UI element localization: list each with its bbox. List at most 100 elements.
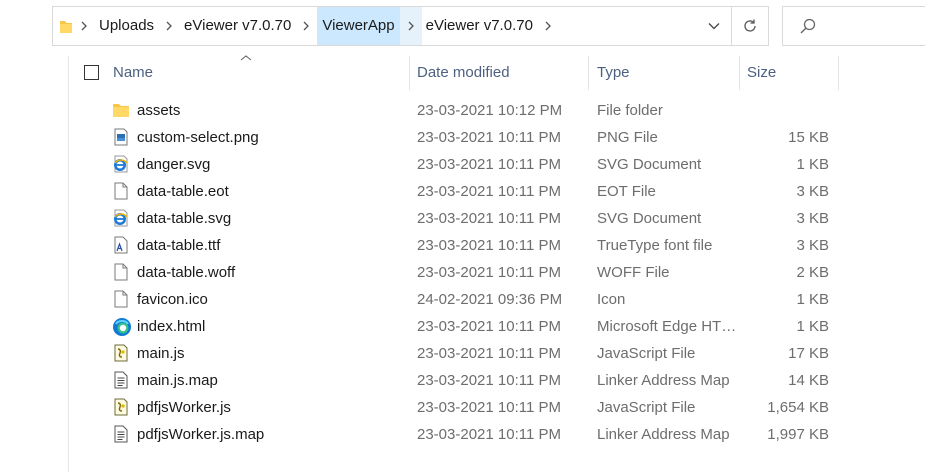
file-name: data-table.eot bbox=[137, 183, 229, 200]
file-size: 1 KB bbox=[796, 318, 829, 335]
png-file-icon bbox=[112, 128, 130, 146]
file-name: pdfjsWorker.js bbox=[137, 399, 231, 416]
file-list: assets 23-03-2021 10:12 PM File folder c… bbox=[0, 97, 925, 448]
file-row[interactable]: data-table.woff 23-03-2021 10:11 PM WOFF… bbox=[0, 259, 925, 286]
chevron-right-icon[interactable] bbox=[399, 7, 422, 45]
file-date-modified: 23-03-2021 10:11 PM bbox=[417, 237, 561, 254]
file-row[interactable]: main.js 23-03-2021 10:11 PM JavaScript F… bbox=[0, 340, 925, 367]
address-bar[interactable]: Uploads eViewer v7.0.70 ViewerApp eViewe… bbox=[52, 6, 769, 46]
file-size: 3 KB bbox=[796, 237, 829, 254]
file-date-modified: 23-03-2021 10:11 PM bbox=[417, 426, 561, 443]
file-row[interactable]: danger.svg 23-03-2021 10:11 PM SVG Docum… bbox=[0, 151, 925, 178]
file-size: 1 KB bbox=[796, 156, 829, 173]
file-type: SVG Document bbox=[597, 210, 702, 227]
file-row[interactable]: pdfjsWorker.js.map 23-03-2021 10:11 PM L… bbox=[0, 421, 925, 448]
file-date-modified: 23-03-2021 10:11 PM bbox=[417, 345, 561, 362]
file-row[interactable]: pdfjsWorker.js 23-03-2021 10:11 PM JavaS… bbox=[0, 394, 925, 421]
file-row[interactable]: data-table.eot 23-03-2021 10:11 PM EOT F… bbox=[0, 178, 925, 205]
file-type: PNG File bbox=[597, 129, 658, 146]
file-row[interactable]: assets 23-03-2021 10:12 PM File folder bbox=[0, 97, 925, 124]
column-divider[interactable] bbox=[409, 56, 410, 90]
column-divider[interactable] bbox=[739, 56, 740, 90]
file-size: 3 KB bbox=[796, 210, 829, 227]
file-size: 1,654 KB bbox=[767, 399, 829, 416]
file-type: Linker Address Map bbox=[597, 372, 730, 389]
breadcrumb-item-eviewer[interactable]: eViewer v7.0.70 bbox=[180, 7, 295, 45]
file-type: Icon bbox=[597, 291, 626, 308]
file-size: 2 KB bbox=[796, 264, 829, 281]
file-date-modified: 23-03-2021 10:11 PM bbox=[417, 399, 561, 416]
column-divider[interactable] bbox=[588, 56, 589, 90]
edge-icon bbox=[112, 317, 131, 336]
file-size: 1 KB bbox=[796, 291, 829, 308]
file-type: Linker Address Map bbox=[597, 426, 730, 443]
column-divider[interactable] bbox=[838, 56, 839, 90]
file-name: main.js.map bbox=[137, 372, 218, 389]
search-box[interactable] bbox=[782, 6, 925, 46]
file-date-modified: 23-03-2021 10:11 PM bbox=[417, 264, 561, 281]
file-type: Microsoft Edge HT… bbox=[597, 318, 737, 335]
search-icon bbox=[800, 18, 816, 34]
file-size: 17 KB bbox=[788, 345, 829, 362]
file-date-modified: 23-03-2021 10:11 PM bbox=[417, 210, 561, 227]
file-name: custom-select.png bbox=[137, 129, 259, 146]
chevron-down-icon bbox=[708, 23, 720, 30]
file-date-modified: 23-03-2021 10:11 PM bbox=[417, 156, 561, 173]
folder-icon bbox=[59, 19, 73, 33]
file-type: JavaScript File bbox=[597, 399, 696, 416]
select-all-checkbox[interactable] bbox=[84, 65, 99, 80]
file-row[interactable]: index.html 23-03-2021 10:11 PM Microsoft… bbox=[0, 313, 925, 340]
breadcrumb-item-eviewer-current[interactable]: eViewer v7.0.70 bbox=[422, 7, 537, 45]
file-name: data-table.woff bbox=[137, 264, 236, 281]
breadcrumb-item-viewerapp[interactable]: ViewerApp bbox=[317, 7, 400, 45]
blank-file-icon bbox=[112, 290, 130, 308]
file-size: 3 KB bbox=[796, 183, 829, 200]
text-file-icon bbox=[112, 425, 130, 443]
svg-file-icon bbox=[112, 155, 130, 173]
file-date-modified: 23-03-2021 10:12 PM bbox=[417, 102, 563, 119]
text-file-icon bbox=[112, 371, 130, 389]
file-row[interactable]: favicon.ico 24-02-2021 09:36 PM Icon 1 K… bbox=[0, 286, 925, 313]
file-size: 14 KB bbox=[788, 372, 829, 389]
column-header-name[interactable]: Name bbox=[113, 56, 153, 90]
chevron-right-icon[interactable] bbox=[295, 7, 317, 45]
file-name: pdfjsWorker.js.map bbox=[137, 426, 265, 443]
chevron-right-icon[interactable] bbox=[537, 7, 559, 45]
column-header-type[interactable]: Type bbox=[597, 56, 630, 90]
chevron-right-icon[interactable] bbox=[158, 7, 180, 45]
file-row[interactable]: custom-select.png 23-03-2021 10:11 PM PN… bbox=[0, 124, 925, 151]
file-type: JavaScript File bbox=[597, 345, 696, 362]
file-date-modified: 23-03-2021 10:11 PM bbox=[417, 372, 561, 389]
file-row[interactable]: main.js.map 23-03-2021 10:11 PM Linker A… bbox=[0, 367, 925, 394]
refresh-icon bbox=[744, 19, 756, 32]
file-name: data-table.svg bbox=[137, 210, 232, 227]
file-type: SVG Document bbox=[597, 156, 702, 173]
file-type: TrueType font file bbox=[597, 237, 713, 254]
file-date-modified: 23-03-2021 10:11 PM bbox=[417, 129, 561, 146]
file-name: favicon.ico bbox=[137, 291, 208, 308]
refresh-button[interactable] bbox=[731, 7, 768, 45]
file-row[interactable]: data-table.ttf 23-03-2021 10:11 PM TrueT… bbox=[0, 232, 925, 259]
file-size: 15 KB bbox=[788, 129, 829, 146]
blank-file-icon bbox=[112, 182, 130, 200]
column-header-date-modified[interactable]: Date modified bbox=[417, 56, 510, 90]
file-date-modified: 24-02-2021 09:36 PM bbox=[417, 291, 563, 308]
file-name: index.html bbox=[137, 318, 206, 335]
column-header-size[interactable]: Size bbox=[747, 56, 776, 90]
js-file-icon bbox=[112, 344, 130, 362]
font-file-icon bbox=[112, 236, 130, 254]
file-type: WOFF File bbox=[597, 264, 670, 281]
history-dropdown-button[interactable] bbox=[698, 7, 730, 45]
file-type: File folder bbox=[597, 102, 663, 119]
sort-ascending-icon bbox=[240, 55, 252, 61]
file-size: 1,997 KB bbox=[767, 426, 829, 443]
file-name: data-table.ttf bbox=[137, 237, 221, 254]
chevron-right-icon[interactable] bbox=[73, 7, 95, 45]
file-row[interactable]: data-table.svg 23-03-2021 10:11 PM SVG D… bbox=[0, 205, 925, 232]
file-name: main.js bbox=[137, 345, 185, 362]
file-type: EOT File bbox=[597, 183, 656, 200]
js-file-icon bbox=[112, 398, 130, 416]
file-date-modified: 23-03-2021 10:11 PM bbox=[417, 183, 561, 200]
file-name: danger.svg bbox=[137, 156, 211, 173]
breadcrumb-item-uploads[interactable]: Uploads bbox=[95, 7, 158, 45]
